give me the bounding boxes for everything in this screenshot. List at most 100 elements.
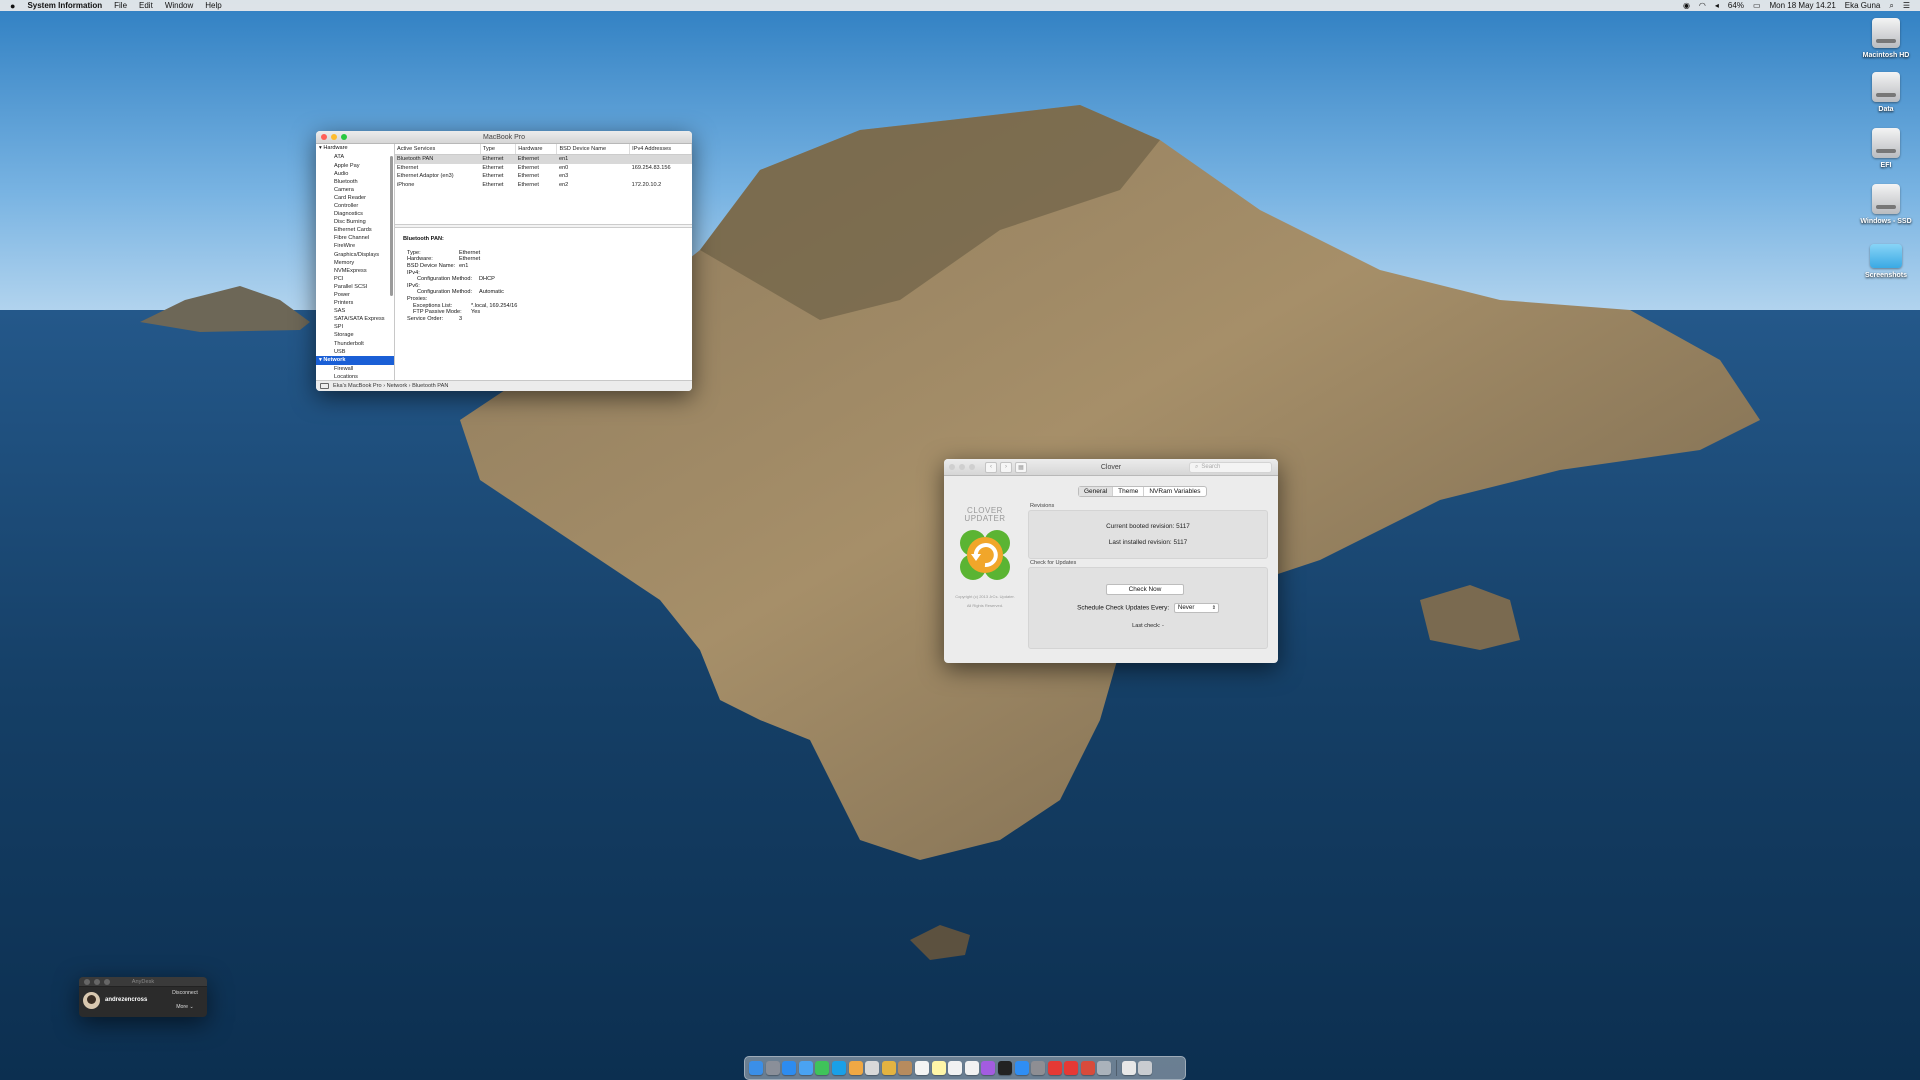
spotlight-icon[interactable]: ⌕ <box>1889 1 1893 11</box>
skype-app[interactable] <box>831 1061 846 1075</box>
anydesk-status-icon[interactable]: ◉ <box>1683 1 1690 10</box>
tab-theme[interactable]: Theme <box>1113 487 1145 496</box>
tab-nvram-variables[interactable]: NVRam Variables <box>1144 487 1205 496</box>
sidebar-item[interactable]: Ethernet Cards <box>316 226 394 234</box>
appstore-app[interactable] <box>1014 1061 1029 1075</box>
desktop-icon-macintosh-hd[interactable]: Macintosh HD <box>1851 18 1920 59</box>
menu-edit[interactable]: Edit <box>139 1 153 10</box>
back-button[interactable]: ‹ <box>985 461 997 473</box>
reminders-app[interactable] <box>948 1061 963 1075</box>
preview-app[interactable] <box>865 1061 880 1075</box>
sidebar-item[interactable]: Printers <box>316 299 394 307</box>
sidebar-item[interactable]: SPI <box>316 323 394 331</box>
path-text[interactable]: Eka's MacBook Pro › Network › Bluetooth … <box>333 383 448 389</box>
finder-app[interactable] <box>749 1061 763 1075</box>
zoom-button[interactable] <box>104 978 110 985</box>
podcasts-app[interactable] <box>981 1061 996 1075</box>
sidebar-item[interactable]: Parallel SCSI <box>316 283 394 291</box>
column-header[interactable]: IPv4 Addresses <box>629 144 692 155</box>
zoom-button[interactable] <box>341 134 347 140</box>
apple-menu-icon[interactable]: ● <box>10 1 15 11</box>
table-row[interactable]: Bluetooth PAN Ethernet Ethernet en1 <box>395 154 692 164</box>
anydesk-app[interactable] <box>1047 1061 1062 1075</box>
table-row[interactable]: Ethernet Ethernet Ethernet en0 169.254.83.15… <box>395 164 692 173</box>
sidebar-scrollbar[interactable] <box>390 156 393 296</box>
sidebar-item[interactable]: FireWire <box>316 242 394 250</box>
more-button[interactable]: More ⌄ <box>168 1004 202 1010</box>
clock[interactable]: Mon 18 May 14.21 <box>1770 1 1836 10</box>
mail-app[interactable] <box>798 1061 813 1075</box>
volume-icon[interactable]: ◂ <box>1715 1 1719 10</box>
contacts-app[interactable] <box>898 1061 913 1075</box>
sidebar-item[interactable]: Camera <box>316 186 394 194</box>
sidebar-item[interactable]: Storage <box>316 331 394 339</box>
photos-app[interactable] <box>848 1061 863 1075</box>
sidebar-item[interactable]: Diagnostics <box>316 210 394 218</box>
sidebar-item[interactable]: SATA/SATA Express <box>316 315 394 323</box>
tab-general[interactable]: General <box>1079 487 1114 496</box>
sidebar-item[interactable]: Disc Burning <box>316 218 394 226</box>
sidebar-item[interactable]: Card Reader <box>316 194 394 202</box>
clover-app[interactable] <box>1097 1061 1112 1075</box>
column-header[interactable]: BSD Device Name <box>556 144 631 155</box>
sidebar-section-network[interactable]: ▾ Network <box>316 355 394 366</box>
sidebar-item[interactable]: USB <box>316 348 394 356</box>
sidebar-section-hardware[interactable]: ▾ Hardware <box>316 144 394 153</box>
zoom-button[interactable] <box>969 464 975 470</box>
safari-app[interactable] <box>782 1061 797 1075</box>
table-row[interactable]: Ethernet Adaptor (en3) Ethernet Ethernet en… <box>395 172 692 181</box>
system-preferences-app[interactable] <box>1031 1061 1046 1075</box>
search-field[interactable]: ⌕ Search <box>1189 461 1272 473</box>
check-now-button[interactable]: Check Now <box>1106 584 1184 595</box>
chrome-app[interactable] <box>881 1061 896 1075</box>
sidebar-item[interactable]: PCI <box>316 275 394 283</box>
menu-file[interactable]: File <box>114 1 127 10</box>
notes-app[interactable] <box>931 1061 946 1075</box>
schedule-select[interactable]: Never ⇕ <box>1173 603 1219 613</box>
sidebar-item[interactable]: Graphics/Displays <box>316 251 394 259</box>
minimize-button[interactable] <box>94 978 100 985</box>
sidebar-item[interactable]: Memory <box>316 259 394 267</box>
sidebar-item[interactable]: Audio <box>316 170 394 178</box>
sidebar-item[interactable]: Thunderbolt <box>316 340 394 348</box>
sidebar-item[interactable]: Bluetooth <box>316 178 394 186</box>
sidebar-item[interactable]: SAS <box>316 307 394 315</box>
disconnect-button[interactable]: Disconnect <box>168 990 202 996</box>
menu-help[interactable]: Help <box>205 1 221 10</box>
show-all-grid-icon[interactable]: ▦ <box>1015 461 1027 473</box>
menu-app-name[interactable]: System Information <box>27 1 102 10</box>
close-button[interactable] <box>949 464 955 470</box>
desktop-icon-windows-ssd[interactable]: Windows - SSD <box>1851 184 1920 225</box>
notification-center-icon[interactable]: ☰ <box>1903 1 1910 10</box>
minimize-button[interactable] <box>331 134 337 140</box>
system-information-app[interactable] <box>1080 1061 1095 1075</box>
music-app[interactable] <box>964 1061 979 1075</box>
desktop-icon-efi[interactable]: EFI <box>1851 128 1920 169</box>
sidebar-item[interactable]: Fibre Channel <box>316 234 394 242</box>
desktop-icon-data[interactable]: Data <box>1851 72 1920 113</box>
sidebar-item[interactable]: Firewall <box>316 365 394 373</box>
window-titlebar[interactable]: MacBook Pro <box>316 131 692 144</box>
sidebar-item[interactable]: NVMExpress <box>316 267 394 275</box>
sidebar-item[interactable]: Power <box>316 291 394 299</box>
window-titlebar[interactable]: ‹ › ▦ Clover ⌕ Search <box>944 459 1278 476</box>
documents-stack[interactable] <box>1121 1061 1136 1075</box>
battery-icon[interactable]: ▭ <box>1753 1 1761 10</box>
user-name[interactable]: Eka Guna <box>1845 1 1881 10</box>
launchpad-app[interactable] <box>765 1061 780 1075</box>
close-button[interactable] <box>321 134 327 140</box>
close-button[interactable] <box>84 978 90 985</box>
window-titlebar[interactable]: AnyDesk <box>79 977 207 987</box>
calendar-app[interactable] <box>914 1061 929 1075</box>
sidebar[interactable]: ▾ Hardware ATA Apple Pay Audio Bluetooth Cam… <box>316 144 395 380</box>
menu-window[interactable]: Window <box>165 1 193 10</box>
sidebar-item[interactable]: Apple Pay <box>316 162 394 170</box>
trash-icon[interactable] <box>1138 1061 1153 1075</box>
forward-button[interactable]: › <box>1000 461 1012 473</box>
column-header[interactable]: Active Services <box>395 144 481 155</box>
table-row[interactable]: iPhone Ethernet Ethernet en2 172.20.10.2 <box>395 181 692 190</box>
tv-app[interactable] <box>997 1061 1012 1075</box>
messages-app[interactable] <box>815 1061 830 1075</box>
anydesk-app-2[interactable] <box>1064 1061 1079 1075</box>
column-header[interactable]: Type <box>480 144 517 155</box>
